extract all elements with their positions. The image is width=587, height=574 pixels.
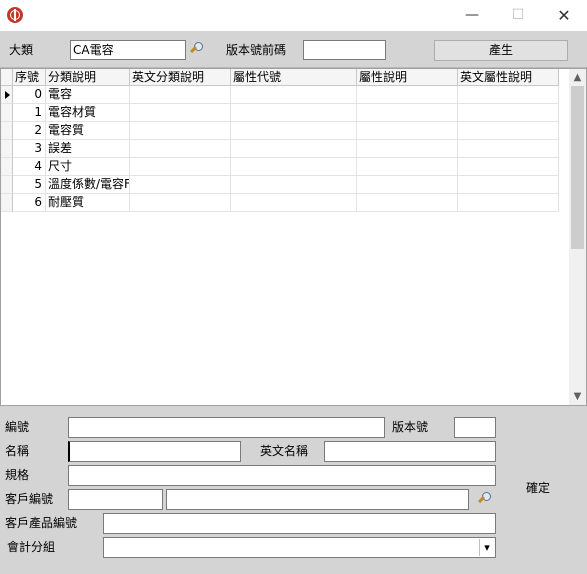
- cell-attr-code[interactable]: [231, 104, 357, 122]
- customer-code-label: 客戶編號: [5, 492, 54, 506]
- cell-en-desc[interactable]: [130, 86, 231, 104]
- customer-code-input[interactable]: [68, 489, 163, 510]
- category-search-icon[interactable]: [190, 42, 204, 56]
- version-prefix-input[interactable]: [303, 40, 386, 60]
- cell-en-attr-desc[interactable]: [458, 158, 559, 176]
- cell-desc[interactable]: 電容質: [46, 122, 130, 140]
- cell-en-attr-desc[interactable]: [458, 86, 559, 104]
- cell-attr-code[interactable]: [231, 86, 357, 104]
- grid-vertical-scrollbar[interactable]: ▲ ▼: [569, 69, 586, 405]
- category-label: 大類: [9, 43, 34, 57]
- customer-search-icon[interactable]: [478, 492, 492, 506]
- row-selector[interactable]: [1, 122, 13, 140]
- cell-en-desc[interactable]: [130, 176, 231, 194]
- row-selector-current[interactable]: [1, 86, 13, 104]
- minimize-button[interactable]: —: [449, 0, 495, 31]
- name-label: 名稱: [5, 444, 30, 458]
- spec-label: 規格: [5, 468, 30, 482]
- row-selector[interactable]: [1, 158, 13, 176]
- code-input[interactable]: [68, 417, 385, 438]
- cell-desc[interactable]: 尺寸: [46, 158, 130, 176]
- row-selector[interactable]: [1, 104, 13, 122]
- cell-seq[interactable]: 5: [13, 176, 46, 194]
- cell-attr-code[interactable]: [231, 194, 357, 212]
- cell-attr-desc[interactable]: [357, 86, 458, 104]
- cell-attr-desc[interactable]: [357, 194, 458, 212]
- customer-name-input[interactable]: [166, 489, 469, 510]
- confirm-button[interactable]: 確定: [526, 478, 550, 498]
- name-input[interactable]: [68, 441, 241, 462]
- cell-en-desc[interactable]: [130, 158, 231, 176]
- app-icon: [7, 7, 23, 23]
- cell-desc[interactable]: 耐壓質: [46, 194, 130, 212]
- scrollbar-thumb[interactable]: [571, 86, 584, 249]
- account-group-select[interactable]: ▾: [103, 537, 496, 558]
- column-header-en-desc[interactable]: 英文分類說明: [130, 69, 231, 86]
- column-header-desc[interactable]: 分類說明: [46, 69, 130, 86]
- generate-button[interactable]: 產生: [434, 40, 568, 61]
- cell-en-desc[interactable]: [130, 140, 231, 158]
- maximize-button[interactable]: ☐: [495, 0, 541, 31]
- cell-seq[interactable]: 1: [13, 104, 46, 122]
- cell-attr-desc[interactable]: [357, 122, 458, 140]
- column-header-seq[interactable]: 序號: [13, 69, 46, 86]
- cell-seq[interactable]: 0: [13, 86, 46, 104]
- title-bar: — ☐ ✕: [0, 0, 587, 31]
- cell-seq[interactable]: 6: [13, 194, 46, 212]
- code-label: 編號: [5, 420, 30, 434]
- version-label: 版本號: [392, 420, 429, 434]
- row-selector[interactable]: [1, 176, 13, 194]
- category-input[interactable]: CA電容: [70, 40, 186, 60]
- cell-attr-code[interactable]: [231, 122, 357, 140]
- account-group-label: 會計分組: [7, 540, 56, 554]
- cell-attr-code[interactable]: [231, 158, 357, 176]
- cell-en-desc[interactable]: [130, 194, 231, 212]
- cell-desc[interactable]: 誤差: [46, 140, 130, 158]
- cell-en-attr-desc[interactable]: [458, 104, 559, 122]
- cell-en-desc[interactable]: [130, 122, 231, 140]
- row-selector[interactable]: [1, 140, 13, 158]
- detail-form: 編號 版本號 名稱 英文名稱 規格 客戶編號 客戶產品編號 會計分組 ▾ 確定: [0, 406, 587, 574]
- cell-en-desc[interactable]: [130, 104, 231, 122]
- cell-seq[interactable]: 2: [13, 122, 46, 140]
- scroll-up-arrow-icon[interactable]: ▲: [569, 69, 586, 86]
- cell-en-attr-desc[interactable]: [458, 122, 559, 140]
- customer-product-code-input[interactable]: [103, 513, 496, 534]
- row-selector[interactable]: [1, 194, 13, 212]
- cell-attr-desc[interactable]: [357, 104, 458, 122]
- cell-attr-code[interactable]: [231, 176, 357, 194]
- cell-attr-desc[interactable]: [357, 158, 458, 176]
- cell-attr-desc[interactable]: [357, 140, 458, 158]
- english-name-label: 英文名稱: [260, 444, 309, 458]
- column-header-attr-desc[interactable]: 屬性說明: [357, 69, 458, 86]
- close-button[interactable]: ✕: [541, 0, 587, 31]
- customer-product-code-label: 客戶產品編號: [5, 516, 78, 530]
- spec-input[interactable]: [68, 465, 496, 486]
- row-header-corner: [1, 69, 13, 86]
- cell-desc[interactable]: 電容: [46, 86, 130, 104]
- cell-desc[interactable]: 溫度係數/電容F: [46, 176, 130, 194]
- version-prefix-label: 版本號前碼: [226, 43, 287, 57]
- cell-desc[interactable]: 電容材質: [46, 104, 130, 122]
- cell-en-attr-desc[interactable]: [458, 176, 559, 194]
- filter-bar: 大類 CA電容 版本號前碼 產生: [0, 31, 587, 68]
- scroll-down-arrow-icon[interactable]: ▼: [569, 388, 586, 405]
- version-input[interactable]: [454, 417, 496, 438]
- dropdown-arrow-icon[interactable]: ▾: [479, 539, 494, 556]
- cell-attr-code[interactable]: [231, 140, 357, 158]
- english-name-input[interactable]: [324, 441, 496, 462]
- column-header-attr-code[interactable]: 屬性代號: [231, 69, 357, 86]
- cell-seq[interactable]: 4: [13, 158, 46, 176]
- cell-en-attr-desc[interactable]: [458, 194, 559, 212]
- attribute-grid: 序號 分類說明 英文分類說明 屬性代號 屬性說明 英文屬性說明 0 電容 1 電…: [0, 68, 587, 406]
- cell-en-attr-desc[interactable]: [458, 140, 559, 158]
- cell-seq[interactable]: 3: [13, 140, 46, 158]
- cell-attr-desc[interactable]: [357, 176, 458, 194]
- column-header-en-attr-desc[interactable]: 英文屬性說明: [458, 69, 559, 86]
